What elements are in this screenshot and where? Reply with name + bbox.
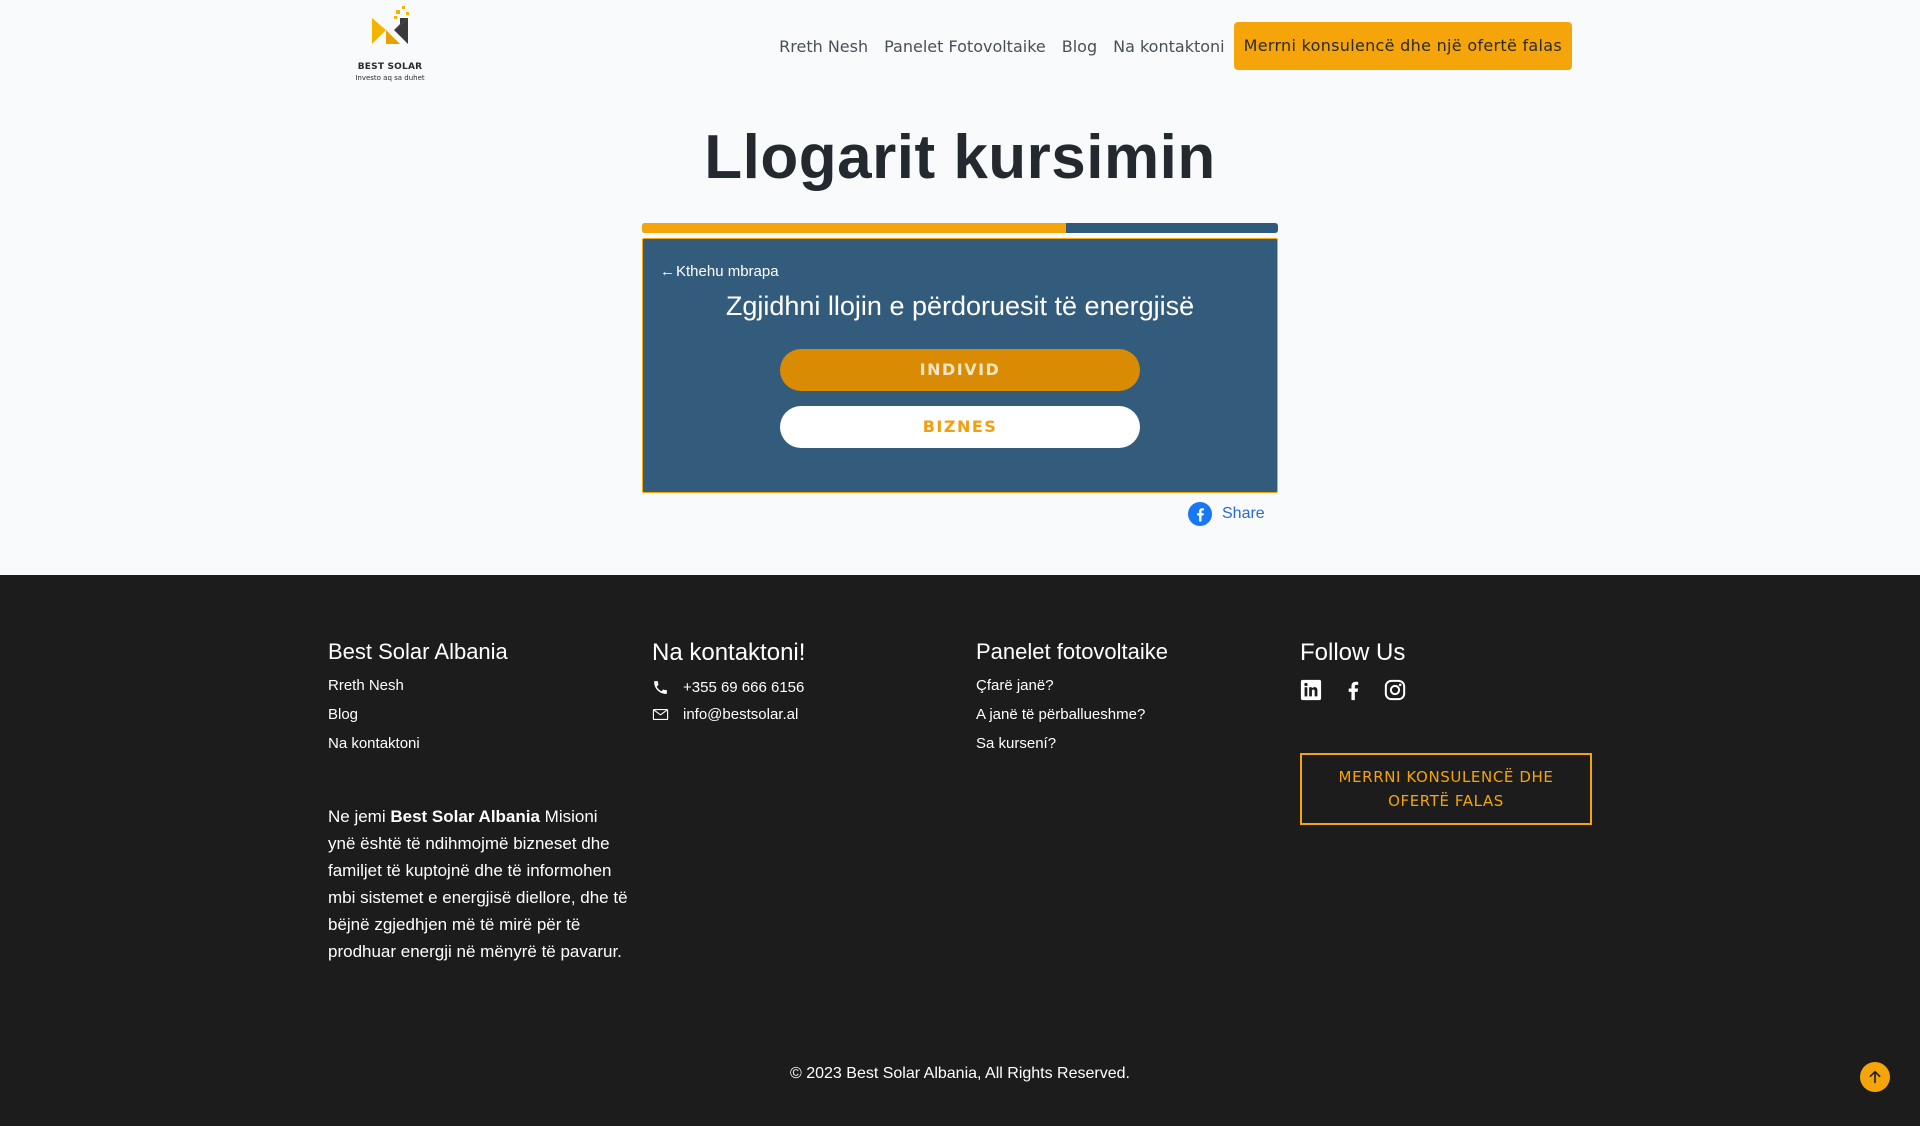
copyright: © 2023 Best Solar Albania, All Rights Re…	[790, 1065, 1130, 1082]
share-button[interactable]: Share	[1188, 502, 1265, 526]
logo[interactable]: BEST SOLAR Investo aq sa duhet	[350, 4, 430, 92]
nav-link-blog[interactable]: Blog	[1062, 37, 1097, 56]
footer-col-social: Follow Us	[1300, 639, 1600, 701]
option-biznes-button[interactable]: BIZNES	[780, 406, 1140, 448]
progress-fill	[642, 223, 1067, 233]
nav-link-kontakt[interactable]: Na kontaktoni	[1113, 37, 1224, 56]
arrow-left-icon: ←	[660, 263, 675, 280]
footer-link-perballueshme[interactable]: A janë të përballueshme?	[976, 706, 1276, 723]
page-title: Llogarit kursimin	[704, 123, 1216, 192]
nav-link-panelet[interactable]: Panelet Fotovoltaike	[884, 37, 1046, 56]
footer-col1-title: Best Solar Albania	[328, 639, 508, 664]
footer-consultation-button[interactable]: MERRNI KONSULENCË DHE OFERTË FALAS	[1300, 753, 1592, 825]
contact-phone-text: +355 69 666 6156	[683, 679, 805, 696]
instagram-icon[interactable]	[1384, 679, 1406, 701]
site-header: BEST SOLAR Investo aq sa duhet Rreth Nes…	[0, 0, 1920, 95]
back-button[interactable]: ← Kthehu mbrapa	[660, 263, 779, 280]
contact-email-text: info@bestsolar.al	[683, 706, 799, 723]
footer-col-contact: Na kontaktoni! +355 69 666 6156 info@bes…	[652, 639, 952, 733]
best-solar-logo-icon	[372, 6, 409, 44]
footer-link-blog[interactable]: Blog	[328, 706, 628, 723]
card-question: Zgjidhni llojin e përdoruesit të energji…	[725, 291, 1195, 321]
footer-link-cfare-jane[interactable]: Çfarë janë?	[976, 677, 1276, 694]
main-nav: Rreth Nesh Panelet Fotovoltaike Blog Na …	[779, 22, 1572, 70]
footer-col-panels: Panelet fotovoltaike Çfarë janë? A janë …	[976, 639, 1276, 764]
footer-link-kontakt[interactable]: Na kontaktoni	[328, 735, 628, 752]
social-links	[1300, 679, 1600, 701]
phone-icon	[654, 681, 667, 694]
about-prefix: Ne jemi	[328, 807, 391, 826]
footer-col-about: Best Solar Albania Rreth Nesh Blog Na ko…	[328, 639, 628, 764]
calculator-card: ← Kthehu mbrapa Zgjidhni llojin e përdor…	[642, 238, 1278, 493]
share-label: Share	[1222, 505, 1265, 522]
footer-link-rreth-nesh[interactable]: Rreth Nesh	[328, 677, 628, 694]
logo-name: BEST SOLAR	[357, 62, 423, 72]
facebook-icon[interactable]	[1342, 679, 1364, 701]
about-body: Misioni ynë është të ndihmojmë bizneset …	[328, 807, 628, 961]
footer-col3-title: Panelet fotovoltaike	[976, 639, 1169, 664]
option-individ-button[interactable]: INDIVID	[780, 349, 1140, 391]
site-footer: Best Solar Albania Rreth Nesh Blog Na ko…	[0, 575, 1920, 1126]
contact-email[interactable]: info@bestsolar.al	[652, 706, 952, 723]
nav-link-rreth-nesh[interactable]: Rreth Nesh	[779, 37, 868, 56]
facebook-icon	[1188, 502, 1212, 526]
arrow-up-icon	[1869, 1070, 1881, 1084]
back-label: Kthehu mbrapa	[676, 263, 779, 280]
scroll-to-top-button[interactable]	[1860, 1062, 1890, 1092]
linkedin-icon[interactable]	[1300, 679, 1322, 701]
contact-phone[interactable]: +355 69 666 6156	[652, 679, 952, 696]
consultation-button[interactable]: Merrni konsulencë dhe një ofertë falas	[1233, 22, 1572, 70]
footer-link-sa-kurseni[interactable]: Sa kursení?	[976, 735, 1276, 752]
footer-col4-title: Follow Us	[1300, 639, 1406, 666]
about-brand: Best Solar Albania	[390, 807, 540, 826]
logo-tagline: Investo aq sa duhet	[355, 74, 425, 82]
progress-bar	[642, 223, 1278, 233]
envelope-icon	[652, 708, 669, 721]
footer-col2-title: Na kontaktoni!	[652, 639, 806, 666]
about-text: Ne jemi Best Solar Albania Misioni ynë ë…	[328, 803, 628, 965]
